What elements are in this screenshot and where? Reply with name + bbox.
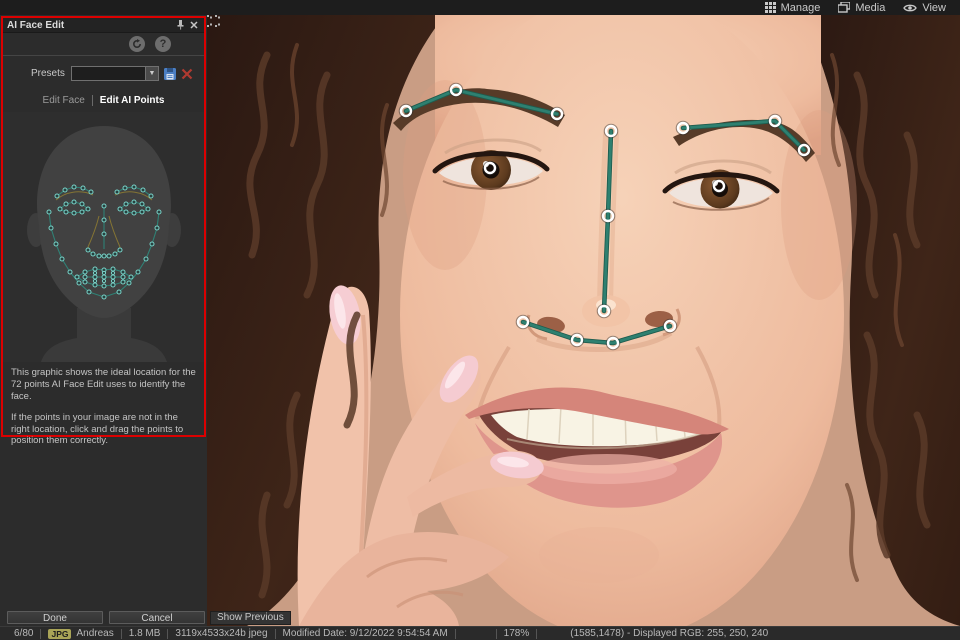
tab-edit-ai-points[interactable]: Edit AI Points bbox=[100, 95, 165, 106]
panel-tabs: Edit Face Edit AI Points bbox=[3, 95, 204, 106]
done-button[interactable]: Done bbox=[7, 611, 103, 624]
top-menu-bar: Manage Media View bbox=[0, 0, 960, 15]
portrait-photo bbox=[207, 15, 960, 626]
show-previous-button[interactable]: Show Previous bbox=[210, 611, 291, 625]
tab-edit-face[interactable]: Edit Face bbox=[43, 95, 85, 106]
status-position: 6/80 bbox=[14, 628, 34, 639]
panel-buttons: Done Cancel bbox=[0, 611, 207, 624]
status-pixel-info: (1585,1478) - Displayed RGB: 255, 250, 2… bbox=[570, 628, 769, 639]
save-preset-icon[interactable] bbox=[163, 67, 177, 81]
presets-input[interactable] bbox=[70, 66, 145, 81]
instruction-line-1: This graphic shows the ideal location fo… bbox=[11, 367, 196, 402]
presets-label: Presets bbox=[31, 68, 65, 79]
media-photos-icon bbox=[838, 2, 851, 13]
status-divider bbox=[495, 628, 497, 639]
status-divider bbox=[40, 628, 42, 639]
panel-title: AI Face Edit bbox=[7, 19, 65, 31]
cancel-button[interactable]: Cancel bbox=[109, 611, 205, 624]
image-viewer: Show Previous bbox=[207, 15, 960, 626]
panel-toolbar: ? bbox=[3, 33, 204, 56]
status-dimensions: 3119x4533x24b jpeg bbox=[175, 628, 268, 639]
panel-titlebar: AI Face Edit bbox=[3, 18, 204, 33]
view-eye-icon bbox=[903, 4, 918, 11]
menu-view[interactable]: View bbox=[903, 2, 946, 14]
menu-media-label: Media bbox=[855, 1, 886, 14]
status-modified-date: Modified Date: 9/12/2022 9:54:54 AM bbox=[282, 628, 448, 639]
status-file-size: 1.8 MB bbox=[128, 628, 161, 639]
status-file-name: Andreas bbox=[76, 628, 114, 639]
presets-row: Presets ▼ bbox=[31, 66, 204, 81]
status-zoom-level: 178% bbox=[503, 628, 530, 639]
tab-divider bbox=[91, 95, 93, 106]
status-divider bbox=[454, 628, 456, 639]
menu-manage[interactable]: Manage bbox=[764, 1, 821, 14]
status-divider bbox=[274, 628, 276, 639]
ai-face-edit-highlight-region: AI Face Edit ? Presets ▼ Edit Face Edit … bbox=[1, 16, 206, 446]
status-divider bbox=[536, 628, 538, 639]
close-icon[interactable] bbox=[187, 19, 200, 32]
fullscreen-corners-icon[interactable] bbox=[207, 15, 220, 27]
delete-preset-icon[interactable] bbox=[181, 68, 193, 80]
presets-dropdown-arrow[interactable]: ▼ bbox=[144, 66, 159, 81]
format-badge: JPG bbox=[48, 628, 72, 639]
manage-grid-icon bbox=[764, 2, 776, 13]
status-bar: 6/80 JPG Andreas 1.8 MB 3119x4533x24b jp… bbox=[0, 626, 960, 640]
application-window: Manage Media View AI Face Edit ? Presets… bbox=[0, 0, 960, 640]
menu-manage-label: Manage bbox=[780, 1, 821, 14]
instruction-text: This graphic shows the ideal location fo… bbox=[3, 367, 204, 447]
menu-media[interactable]: Media bbox=[838, 2, 885, 14]
ai-face-edit-panel: AI Face Edit ? Presets ▼ Edit Face Edit … bbox=[0, 15, 207, 626]
instruction-line-2: If the points in your image are not in t… bbox=[11, 411, 184, 447]
status-divider bbox=[120, 628, 122, 639]
reset-refresh-icon[interactable] bbox=[129, 36, 145, 52]
pin-icon[interactable] bbox=[174, 19, 187, 32]
help-icon[interactable]: ? bbox=[155, 36, 171, 52]
face-points-diagram bbox=[3, 112, 204, 367]
menu-view-label: View bbox=[922, 1, 946, 14]
status-divider bbox=[167, 628, 169, 639]
